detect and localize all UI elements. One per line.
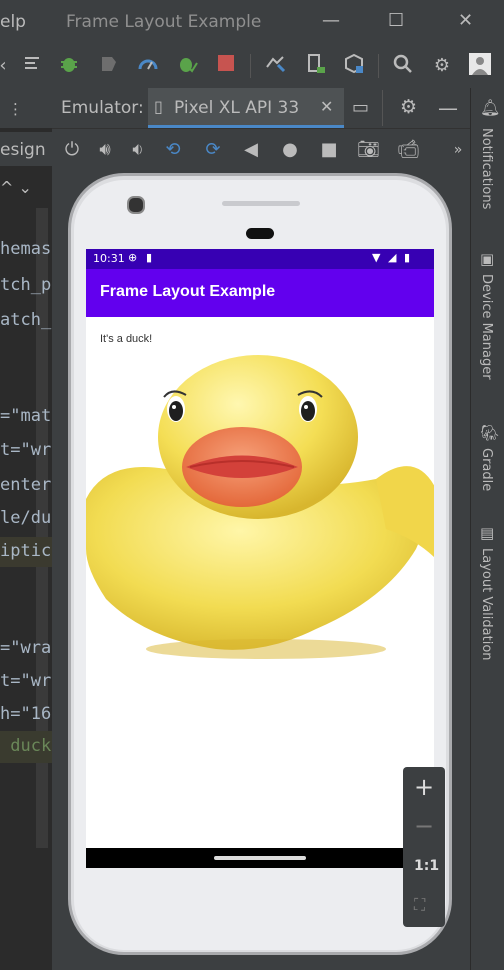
code-line: ="mat bbox=[0, 406, 52, 426]
code-line: atch_ bbox=[0, 310, 52, 330]
debug-icon[interactable] bbox=[56, 53, 82, 79]
rotate-left-icon[interactable]: ⟲ bbox=[162, 139, 184, 161]
hide-panel-icon[interactable]: — bbox=[438, 96, 458, 120]
sdcard-icon: ▮ bbox=[146, 251, 153, 264]
text-view: It's a duck! bbox=[100, 333, 153, 345]
sidebar-item-device-manager[interactable]: Device Manager bbox=[479, 274, 494, 380]
title-bar: elp Frame Layout Example — ☐ ✕ bbox=[0, 0, 504, 44]
emulator-header: Emulator: ▯ Pixel XL API 33 ✕ ▭ ⚙ — bbox=[52, 88, 470, 129]
overview-icon[interactable]: ■ bbox=[318, 139, 340, 161]
layout-validation-icon[interactable]: ▤ bbox=[480, 524, 494, 542]
stop-icon[interactable] bbox=[213, 53, 239, 79]
window-mode-icon[interactable]: ▭ bbox=[352, 97, 369, 118]
sidebar-item-layout-validation[interactable]: Layout Validation bbox=[479, 548, 494, 661]
code-line: le/du bbox=[0, 508, 52, 528]
minimize-button[interactable]: — bbox=[322, 10, 340, 31]
back-icon[interactable]: ◀ bbox=[240, 139, 262, 161]
code-line: enter bbox=[0, 475, 52, 495]
device-tab[interactable]: ▯ Pixel XL API 33 ✕ bbox=[148, 88, 344, 128]
sidebar-item-gradle[interactable]: Gradle bbox=[479, 448, 494, 491]
rotate-right-icon[interactable]: ⟳ bbox=[202, 139, 224, 161]
right-tool-strip: 🔔︎ Notifications ▣ Device Manager 🐘︎ Gra… bbox=[470, 88, 504, 970]
device-manager-icon[interactable]: ▣ bbox=[480, 250, 494, 268]
attach-debugger-icon[interactable] bbox=[96, 53, 122, 79]
power-icon[interactable]: ⏻ bbox=[61, 139, 83, 161]
logcat-icon[interactable] bbox=[20, 53, 46, 79]
notifications-icon[interactable]: 🔔︎ bbox=[480, 98, 500, 117]
fold-icon[interactable]: ^ ⌄ bbox=[0, 178, 32, 197]
home-gesture-handle[interactable] bbox=[214, 856, 306, 860]
settings-gear-icon[interactable]: ⚙ bbox=[429, 53, 455, 79]
home-icon[interactable]: ● bbox=[279, 139, 301, 161]
sync-icon[interactable] bbox=[262, 53, 288, 79]
maximize-button[interactable]: ☐ bbox=[388, 10, 404, 31]
sdk-manager-icon[interactable] bbox=[341, 53, 367, 79]
design-tab[interactable]: esign bbox=[0, 140, 46, 160]
zoom-actual-size-button[interactable]: 1:1 bbox=[414, 858, 439, 874]
profiler-icon[interactable] bbox=[135, 53, 161, 79]
code-editor[interactable]: ⋮ esign ^ ⌄ hemas tch_p atch_ ="mat t="w… bbox=[0, 88, 52, 970]
code-line: duck bbox=[0, 736, 52, 756]
account-avatar-icon[interactable] bbox=[467, 53, 493, 79]
navigation-bar bbox=[86, 848, 434, 868]
app-bar: Frame Layout Example bbox=[86, 269, 434, 317]
close-tab-icon[interactable]: ✕ bbox=[320, 97, 333, 116]
gradle-icon[interactable]: 🐘︎ bbox=[480, 424, 499, 442]
device-tab-label: Pixel XL API 33 bbox=[174, 98, 300, 118]
code-line: hemas bbox=[0, 239, 52, 259]
code-line: t="wr bbox=[0, 440, 52, 460]
apply-changes-icon[interactable] bbox=[174, 53, 200, 79]
gps-icon: ⊕ bbox=[128, 251, 138, 264]
speaker-grille bbox=[222, 201, 300, 206]
more-icon[interactable]: » bbox=[447, 139, 469, 161]
wifi-icon: ▼ bbox=[372, 251, 381, 264]
signal-icon: ◢ bbox=[388, 251, 397, 264]
status-bar: 10:31 ⊕ ▮ ▼ ◢ ▮ bbox=[86, 249, 434, 269]
battery-icon: ▮ bbox=[404, 251, 411, 264]
more-options-icon[interactable]: ⋮ bbox=[8, 100, 23, 118]
search-icon[interactable] bbox=[390, 53, 416, 79]
menu-help[interactable]: elp bbox=[0, 12, 26, 32]
zoom-in-button[interactable]: + bbox=[414, 773, 434, 801]
close-window-button[interactable]: ✕ bbox=[458, 10, 473, 31]
emulator-label: Emulator: bbox=[61, 98, 144, 118]
front-camera-icon bbox=[127, 196, 145, 214]
settings-gear-icon[interactable]: ⚙ bbox=[400, 96, 417, 118]
window-title: Frame Layout Example bbox=[66, 12, 262, 32]
record-icon[interactable]: 📹︎ bbox=[397, 139, 420, 161]
zoom-controls: + − 1:1 ⛶ bbox=[403, 767, 445, 927]
duck-image bbox=[86, 355, 434, 659]
code-line: t="wr bbox=[0, 671, 52, 691]
code-line: iptic bbox=[0, 541, 52, 561]
device-screen[interactable]: 10:31 ⊕ ▮ ▼ ◢ ▮ Frame Layout Example It'… bbox=[86, 249, 434, 868]
sidebar-item-notifications[interactable]: Notifications bbox=[479, 128, 494, 209]
code-line: h="16 bbox=[0, 704, 52, 724]
phone-icon: ▯ bbox=[154, 97, 163, 116]
status-time: 10:31 bbox=[93, 252, 125, 265]
app-title: Frame Layout Example bbox=[100, 283, 276, 300]
zoom-fit-icon[interactable]: ⛶ bbox=[414, 895, 425, 915]
zoom-out-button[interactable]: − bbox=[414, 812, 434, 840]
volume-down-icon[interactable]: 🔉︎ bbox=[127, 139, 149, 161]
code-line: tch_p bbox=[0, 275, 52, 295]
main-toolbar: ‹ ⚙ bbox=[0, 44, 504, 89]
volume-up-icon[interactable]: 🔊︎ bbox=[94, 139, 116, 161]
earpiece bbox=[246, 228, 274, 239]
device-manager-icon[interactable] bbox=[303, 53, 329, 79]
code-line: ="wra bbox=[0, 638, 52, 658]
emulator-controls: ⏻ 🔊︎ 🔉︎ ⟲ ⟳ ◀ ● ■ 📷︎ 📹︎ » bbox=[52, 129, 470, 171]
arrow-icon[interactable]: ‹ bbox=[0, 53, 16, 79]
camera-icon[interactable]: 📷︎ bbox=[357, 139, 380, 161]
